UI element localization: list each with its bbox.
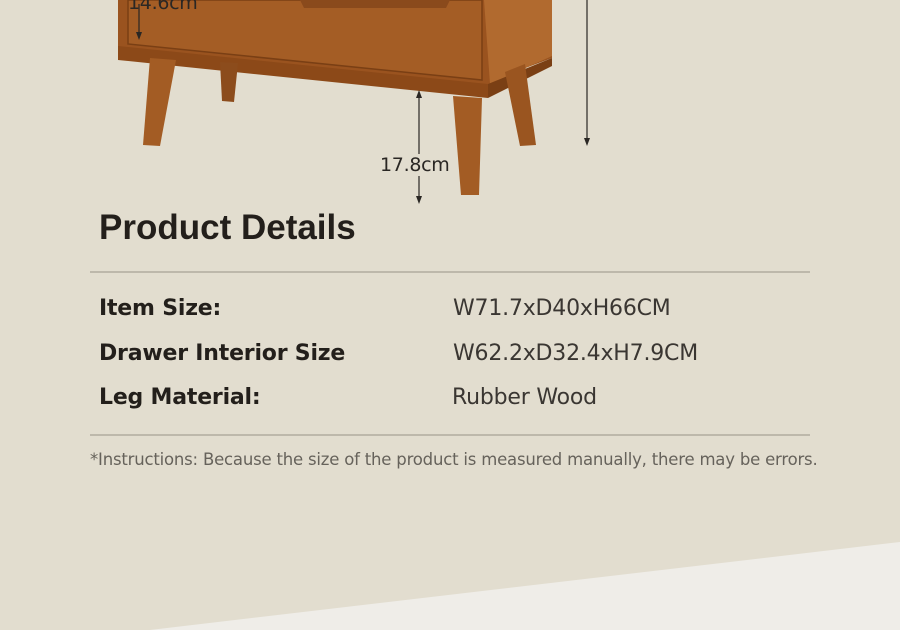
detail-label: Leg Material: (99, 385, 261, 410)
detail-label: Drawer Interior Size (99, 341, 346, 366)
decorative-bottom-band (150, 542, 900, 630)
leg-dimension-arrow-bottom (416, 196, 422, 204)
measurement-note: *Instructions: Because the size of the p… (90, 450, 818, 469)
top-divider (90, 271, 810, 273)
product-detail-page: 14.6cm 17.8cm Product Details Item Size:… (0, 0, 900, 630)
detail-row-item-size: Item Size: W71.7xD40xH66CM (99, 296, 799, 326)
section-title: Product Details (99, 208, 356, 247)
detail-label: Item Size: (99, 296, 222, 321)
height-dimension-arrowhead (584, 138, 590, 146)
bottom-divider (90, 434, 810, 436)
leg-back-left (220, 62, 238, 102)
detail-row-leg-material: Leg Material: Rubber Wood (99, 385, 799, 415)
nightstand-illustration (118, 0, 590, 204)
leg-dimension-label: 17.8cm (380, 154, 450, 176)
drawer-dimension-label: 14.6cm (128, 0, 198, 14)
detail-row-drawer-interior: Drawer Interior Size W62.2xD32.4xH7.9CM (99, 341, 799, 371)
detail-value: W62.2xD32.4xH7.9CM (453, 341, 698, 366)
drawer-handle (300, 0, 450, 8)
detail-value: Rubber Wood (452, 385, 597, 410)
detail-value: W71.7xD40xH66CM (453, 296, 671, 321)
leg-dimension-arrow-top (416, 90, 422, 98)
leg-front-left (143, 58, 176, 146)
leg-front-right (453, 96, 482, 195)
